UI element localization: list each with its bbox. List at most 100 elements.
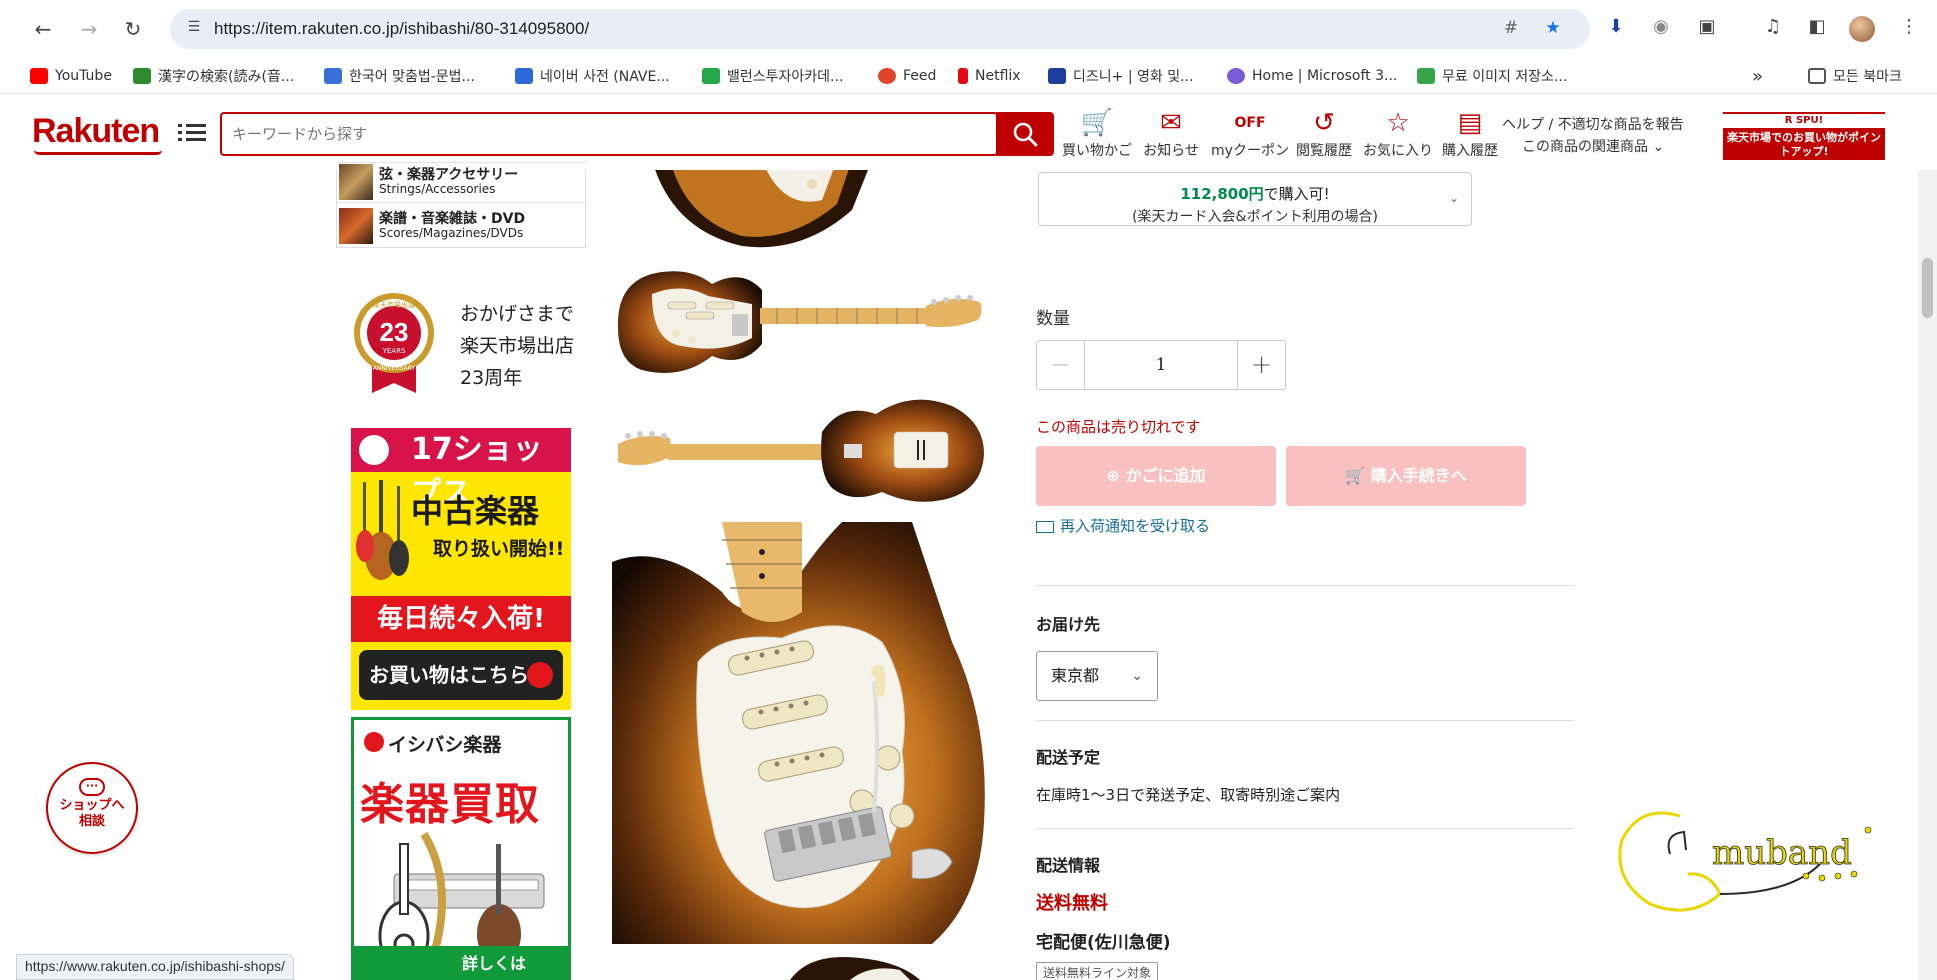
microsoft365-icon — [1227, 68, 1245, 84]
scroll-thumb[interactable] — [1922, 258, 1933, 318]
card-price-note: (楽天カード入会&ポイント利用の場合) — [1132, 209, 1378, 225]
rakuten-logo[interactable]: Rakuten — [32, 112, 160, 151]
product-image-partial-next[interactable] — [780, 952, 920, 980]
bookmarks-overflow-icon[interactable]: » — [1752, 66, 1763, 87]
banner-title: 楽器買取 — [360, 779, 540, 830]
shipping-info-title: 配送情報 — [1036, 856, 1101, 875]
play-icon — [527, 662, 553, 688]
camera-icon[interactable]: ◉ — [1648, 16, 1674, 42]
destination-title: お届け先 — [1036, 615, 1101, 634]
prefecture-select[interactable]: 東京都 ⌄ — [1036, 651, 1158, 701]
header-cart[interactable]: 🛒 買い物かご — [1062, 108, 1132, 160]
disney-icon — [1048, 68, 1066, 84]
shop-logo-icon — [359, 435, 389, 465]
category-thumb — [339, 207, 373, 244]
category-strings[interactable]: 弦・楽器アクセサリー Strings/Accessories — [337, 162, 587, 200]
status-bar-url: https://www.rakuten.co.jp/ishibashi-shop… — [16, 954, 294, 980]
banner-headline: 中古楽器 — [411, 492, 540, 530]
bookmarks-bar: YouTube 漢字の検索(読み(音... 한국어 맞춤법-문법... 네이버 … — [0, 58, 1937, 94]
header-coupon[interactable]: OFF myクーポン — [1206, 108, 1294, 160]
svg-text:23: 23 — [380, 317, 409, 347]
product-image-partial[interactable] — [612, 170, 872, 252]
logo-swoosh — [34, 150, 162, 155]
search-box — [220, 112, 998, 156]
bookmark-netflix[interactable]: Netflix — [958, 66, 1021, 86]
schedule-title: 配送予定 — [1036, 748, 1101, 767]
product-image-front[interactable] — [612, 258, 986, 384]
history-icon: ↺ — [1313, 108, 1335, 138]
used-instruments-banner[interactable]: 17ショップス 中古楽器 取り扱い開始!! 毎日続々入荷! お買い物はこちら — [351, 428, 571, 710]
browser-toolbar: ← → ↻ ☰ https://item.rakuten.co.jp/ishib… — [0, 0, 1937, 58]
quantity-input[interactable]: 1 — [1085, 341, 1237, 389]
quantity-stepper: − 1 + — [1036, 340, 1286, 390]
guitars-illustration — [356, 480, 409, 580]
back-icon[interactable]: ← — [28, 14, 58, 44]
checkout-button[interactable]: 🛒 購入手続きへ — [1286, 446, 1526, 506]
help-links: ヘルプ / 不適切な商品を報告 この商品の関連商品 ⌄ — [1502, 114, 1684, 158]
header-purchase-history[interactable]: ▤ 購入履歴 — [1438, 108, 1502, 160]
site-info-icon[interactable]: ☰ — [184, 19, 204, 39]
url-text[interactable]: https://item.rakuten.co.jp/ishibashi/80-… — [214, 19, 589, 39]
plus-circle-icon: ⊕ — [1106, 466, 1120, 485]
spu-banner[interactable]: R SPU! 楽天市場でのお買い物がポイントアップ! — [1723, 112, 1885, 160]
feed-icon — [878, 68, 896, 84]
search-button[interactable] — [996, 112, 1054, 156]
product-image-closeup[interactable] — [612, 522, 990, 944]
balance-site-icon — [702, 68, 720, 84]
gomuband-watermark-logo: muband — [1618, 811, 1872, 912]
pixabay-icon — [1417, 68, 1435, 84]
reload-icon[interactable]: ↻ — [118, 14, 148, 44]
free-shipping-tag: 送料無料ライン対象 — [1036, 962, 1159, 980]
bookmark-microsoft[interactable]: Home | Microsoft 3... — [1227, 66, 1397, 86]
add-to-cart-button[interactable]: ⊕ かごに追加 — [1036, 446, 1276, 506]
header-notice[interactable]: ✉ お知らせ — [1136, 108, 1206, 160]
sidepanel-icon[interactable]: ◧ — [1804, 16, 1830, 42]
help-report-link[interactable]: ヘルプ / 不適切な商品を報告 — [1502, 114, 1684, 136]
svg-text:楽天市場出店: 楽天市場出店 — [373, 300, 415, 309]
bookmark-balance[interactable]: 밸런스투자아카데... — [702, 66, 843, 86]
divider — [1036, 720, 1574, 721]
bookmark-youtube[interactable]: YouTube — [30, 66, 112, 86]
spu-label: R SPU! — [1723, 114, 1885, 128]
search-input[interactable] — [222, 114, 982, 154]
hamburger-menu-icon[interactable] — [178, 120, 206, 146]
banner-detail-link[interactable]: 詳しくは — [462, 950, 526, 974]
related-products-link[interactable]: この商品の関連商品 ⌄ — [1502, 136, 1684, 158]
star-icon: ☆ — [1386, 108, 1410, 138]
naver-icon — [515, 68, 533, 84]
bookmark-naver-dict[interactable]: 네이버 사전 (NAVE... — [515, 66, 670, 86]
translate-icon[interactable]: # — [1500, 18, 1522, 40]
quantity-increase-button[interactable]: + — [1237, 341, 1285, 389]
bookmark-feed[interactable]: Feed — [878, 66, 936, 86]
bookmark-free-images[interactable]: 무료 이미지 저장소... — [1417, 66, 1567, 86]
instrument-buyback-banner[interactable]: イシバシ楽器 楽器買取 詳しくは — [351, 717, 571, 980]
grammar-site-icon — [324, 68, 342, 84]
bookmark-korean-grammar[interactable]: 한국어 맞춤법-문법... — [324, 66, 475, 86]
header-favorites[interactable]: ☆ お気に入り — [1360, 108, 1436, 160]
shop-consult-button[interactable]: ··· ショップへ 相談 — [46, 762, 138, 854]
divider — [1036, 585, 1574, 586]
product-image-back[interactable] — [612, 392, 986, 512]
chevron-down-icon: ⌄ — [1131, 668, 1143, 684]
forward-icon[interactable]: → — [74, 14, 104, 44]
category-thumb — [339, 163, 373, 200]
restock-notify-link[interactable]: 再入荷通知を受け取る — [1036, 515, 1210, 536]
bookmark-disney[interactable]: 디즈니+ | 영화 및... — [1048, 66, 1193, 86]
category-scores[interactable]: 楽譜・音楽雑誌・DVD Scores/Magazines/DVDs — [337, 202, 587, 248]
extensions-icon[interactable]: ▣ — [1694, 16, 1720, 42]
media-icon[interactable]: ♫ — [1760, 16, 1786, 42]
bookmark-all[interactable]: 모든 북마크 — [1808, 66, 1902, 86]
quantity-decrease-button[interactable]: − — [1037, 341, 1085, 389]
shop-here-button[interactable]: お買い物はこちら — [359, 650, 563, 700]
bookmark-star-icon[interactable]: ★ — [1542, 18, 1564, 40]
bookmark-kanji[interactable]: 漢字の検索(読み(音... — [133, 66, 294, 86]
card-price-dropdown[interactable]: 112,800円で購入可! (楽天カード入会&ポイント利用の場合) ⌄ — [1038, 172, 1472, 226]
header-history[interactable]: ↺ 閲覧履歴 — [1292, 108, 1356, 160]
banner-brand: イシバシ楽器 — [388, 734, 502, 756]
address-bar[interactable]: ☰ https://item.rakuten.co.jp/ishibashi/8… — [170, 9, 1590, 49]
profile-avatar[interactable] — [1849, 16, 1875, 42]
youtube-icon — [30, 68, 48, 84]
menu-icon[interactable]: ⋮ — [1896, 16, 1922, 42]
download-icon[interactable]: ⬇ — [1603, 16, 1629, 42]
page-scrollbar[interactable] — [1918, 170, 1937, 980]
